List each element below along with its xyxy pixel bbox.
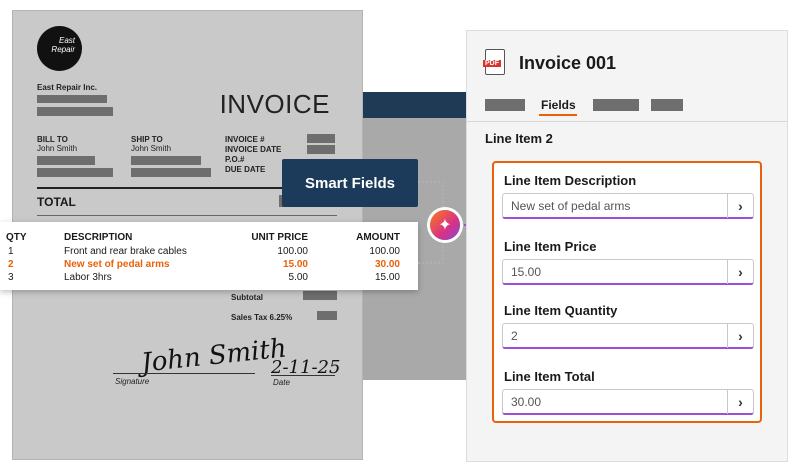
description-field-label: Line Item Description	[504, 173, 637, 188]
date-caption: Date	[273, 378, 290, 387]
company-name: East Repair Inc.	[37, 83, 98, 92]
signature: John Smith	[139, 333, 288, 379]
section-title: Line Item 2	[485, 131, 553, 146]
connector-bottom	[418, 238, 444, 264]
tab-redacted-2[interactable]	[593, 99, 639, 111]
pdf-icon: PDF	[483, 49, 505, 75]
description-header: DESCRIPTION	[64, 232, 133, 243]
sales-tax-label: Sales Tax 6.25%	[231, 313, 293, 322]
redacted-block	[37, 95, 107, 103]
tab-redacted-1[interactable]	[485, 99, 525, 111]
row-2-qty: 2	[8, 259, 14, 270]
row-3-description: Labor 3hrs	[64, 272, 112, 283]
ship-to-name: John Smith	[131, 144, 172, 153]
invoice-date-label: INVOICE DATE	[225, 145, 282, 154]
chevron-right-icon[interactable]: ›	[727, 390, 753, 414]
row-3-amount: 15.00	[374, 272, 400, 283]
total-field-label: Line Item Total	[504, 369, 595, 384]
line-item-fields: Line Item Description New set of pedal a…	[492, 161, 762, 423]
fields-panel: PDF Invoice 001 Fields Line Item 2 Line …	[466, 30, 788, 462]
row-3-qty: 3	[8, 272, 14, 283]
row-3-unit-price: 5.00	[288, 272, 308, 283]
redacted-block	[307, 134, 335, 143]
row-2-amount: 30.00	[374, 259, 400, 270]
invoice-number-label: INVOICE #	[225, 135, 265, 144]
total-field[interactable]: 30.00 ›	[502, 389, 754, 415]
quantity-field[interactable]: 2 ›	[502, 323, 754, 349]
ship-to-label: SHIP TO	[131, 135, 163, 144]
document-title: Invoice 001	[519, 53, 617, 73]
tab-fields[interactable]: Fields	[541, 98, 576, 112]
background-app-toolbar	[362, 92, 466, 118]
sparkle-icon: ✦	[430, 210, 460, 240]
date-line	[271, 375, 335, 376]
tab-redacted-3[interactable]	[651, 99, 683, 111]
row-1-description: Front and rear brake cables	[64, 246, 187, 257]
quantity-field-label: Line Item Quantity	[504, 303, 618, 318]
bill-to-name: John Smith	[37, 144, 78, 153]
redacted-block	[317, 311, 337, 320]
panel-divider	[467, 121, 787, 122]
smart-fields-tag: Smart Fields	[282, 159, 418, 207]
redacted-block	[131, 168, 211, 177]
redacted-block	[37, 107, 113, 116]
redacted-block	[303, 291, 337, 300]
po-label: P.O.#	[225, 155, 245, 164]
line-items-table: QTY DESCRIPTION UNIT PRICE AMOUNT 1 Fron…	[0, 222, 418, 290]
unit-price-header: UNIT PRICE	[251, 232, 308, 243]
redacted-block	[307, 145, 335, 154]
amount-header: AMOUNT	[356, 232, 400, 243]
company-logo: East Repair	[37, 26, 82, 71]
redacted-block	[37, 168, 113, 177]
row-1-qty: 1	[8, 246, 14, 257]
price-field-label: Line Item Price	[504, 239, 597, 254]
connector-top	[418, 181, 444, 211]
invoice-title: INVOICE	[219, 89, 330, 119]
total-rule-bottom	[37, 215, 337, 216]
price-field[interactable]: 15.00 ›	[502, 259, 754, 285]
redacted-block	[131, 156, 201, 165]
total-label: TOTAL	[37, 195, 76, 209]
pdf-badge: PDF	[483, 60, 501, 67]
row-1-unit-price: 100.00	[277, 246, 308, 257]
logo-line-1: East	[58, 36, 75, 45]
chevron-right-icon[interactable]: ›	[727, 324, 753, 348]
description-field-value: New set of pedal arms	[511, 199, 631, 213]
signature-line	[113, 373, 255, 374]
description-field[interactable]: New set of pedal arms ›	[502, 193, 754, 219]
chevron-right-icon[interactable]: ›	[727, 194, 753, 218]
active-tab-indicator	[539, 114, 577, 116]
redacted-block	[37, 156, 95, 165]
chevron-right-icon[interactable]: ›	[727, 260, 753, 284]
row-2-description: New set of pedal arms	[64, 259, 170, 270]
qty-header: QTY	[6, 232, 27, 243]
row-2-unit-price: 15.00	[282, 259, 308, 270]
row-1-amount: 100.00	[369, 246, 400, 257]
bill-to-label: BILL TO	[37, 135, 68, 144]
signature-caption: Signature	[115, 377, 150, 386]
subtotal-label: Subtotal	[231, 293, 263, 302]
quantity-field-value: 2	[511, 329, 518, 343]
logo-line-2: Repair	[51, 45, 75, 54]
total-field-value: 30.00	[511, 395, 542, 409]
price-field-value: 15.00	[511, 265, 542, 279]
due-date-label: DUE DATE	[225, 165, 266, 174]
